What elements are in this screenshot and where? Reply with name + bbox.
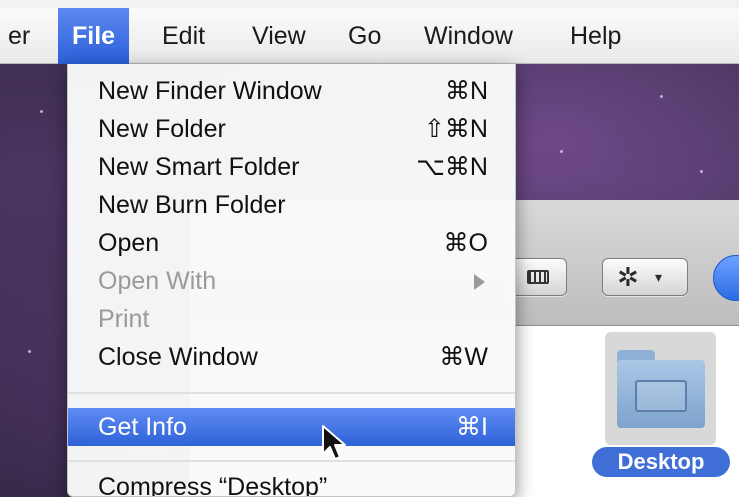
menu-window[interactable]: Window [410,8,527,64]
gear-icon: ✲ [617,262,639,292]
menu-view[interactable]: View [238,8,320,64]
menu-item-print[interactable]: Print [68,301,515,337]
menu-go[interactable]: Go [334,8,395,64]
menu-item-compress[interactable]: Compress “Desktop” [68,469,515,497]
menu-file[interactable]: File [58,8,130,64]
menu-item-shortcut: ⇧⌘N [423,115,488,143]
menu-item-shortcut: ⌘O [443,229,488,257]
menu-item-label: Open [98,229,160,257]
menu-item-new-finder-window[interactable]: New Finder Window ⌘N [68,73,515,109]
menu-item-label: New Burn Folder [98,191,286,219]
menu-item-open[interactable]: Open ⌘O [68,225,515,261]
menu-item-open-with[interactable]: Open With [68,263,515,299]
menu-item-label: New Finder Window [98,77,322,105]
menu-item-label: New Smart Folder [98,153,300,181]
menu-help[interactable]: Help [556,8,635,64]
menu-item-label: Get Info [98,413,187,441]
menu-edit[interactable]: Edit [148,8,219,64]
menu-item-shortcut: ⌥⌘N [416,153,488,181]
star [700,170,703,173]
desktop-folder-label[interactable]: Desktop [592,447,730,477]
file-menu-dropdown: New Finder Window ⌘N New Folder ⇧⌘N New … [67,64,516,497]
star [28,350,31,353]
mouse-cursor-icon [322,425,346,460]
menu-item-close-window[interactable]: Close Window ⌘W [68,339,515,375]
coverflow-icon [527,270,549,284]
action-button[interactable]: ✲ ▾ [602,258,688,296]
menu-item-label: New Folder [98,115,226,143]
desktop-folder-icon[interactable] [605,332,716,445]
menu-item-label: Compress “Desktop” [98,473,328,497]
folder-icon [617,350,705,428]
menu-item-shortcut: ⌘I [456,413,488,441]
top-strip [0,0,739,8]
star [560,150,563,153]
menu-separator [68,460,515,462]
star [40,110,43,113]
menu-item-shortcut: ⌘N [444,77,488,105]
menu-item-new-folder[interactable]: New Folder ⇧⌘N [68,111,515,147]
menu-item-label: Close Window [98,343,258,371]
star [660,95,663,98]
coverflow-view-button[interactable] [507,258,567,296]
submenu-arrow-icon [474,274,485,290]
menu-item-get-info[interactable]: Get Info ⌘I [68,408,515,446]
menu-item-new-burn-folder[interactable]: New Burn Folder [68,187,515,223]
menubar: er File Edit View Go Window Help [0,8,739,64]
menu-finder[interactable]: er [0,8,44,64]
menu-separator [68,392,515,394]
menu-item-label: Print [98,305,150,333]
menu-item-new-smart-folder[interactable]: New Smart Folder ⌥⌘N [68,149,515,185]
chevron-down-icon: ▾ [655,269,663,285]
folder-window-glyph [635,380,687,412]
menu-item-label: Open With [98,267,217,295]
menu-item-shortcut: ⌘W [439,343,488,371]
help-button[interactable] [713,255,739,301]
